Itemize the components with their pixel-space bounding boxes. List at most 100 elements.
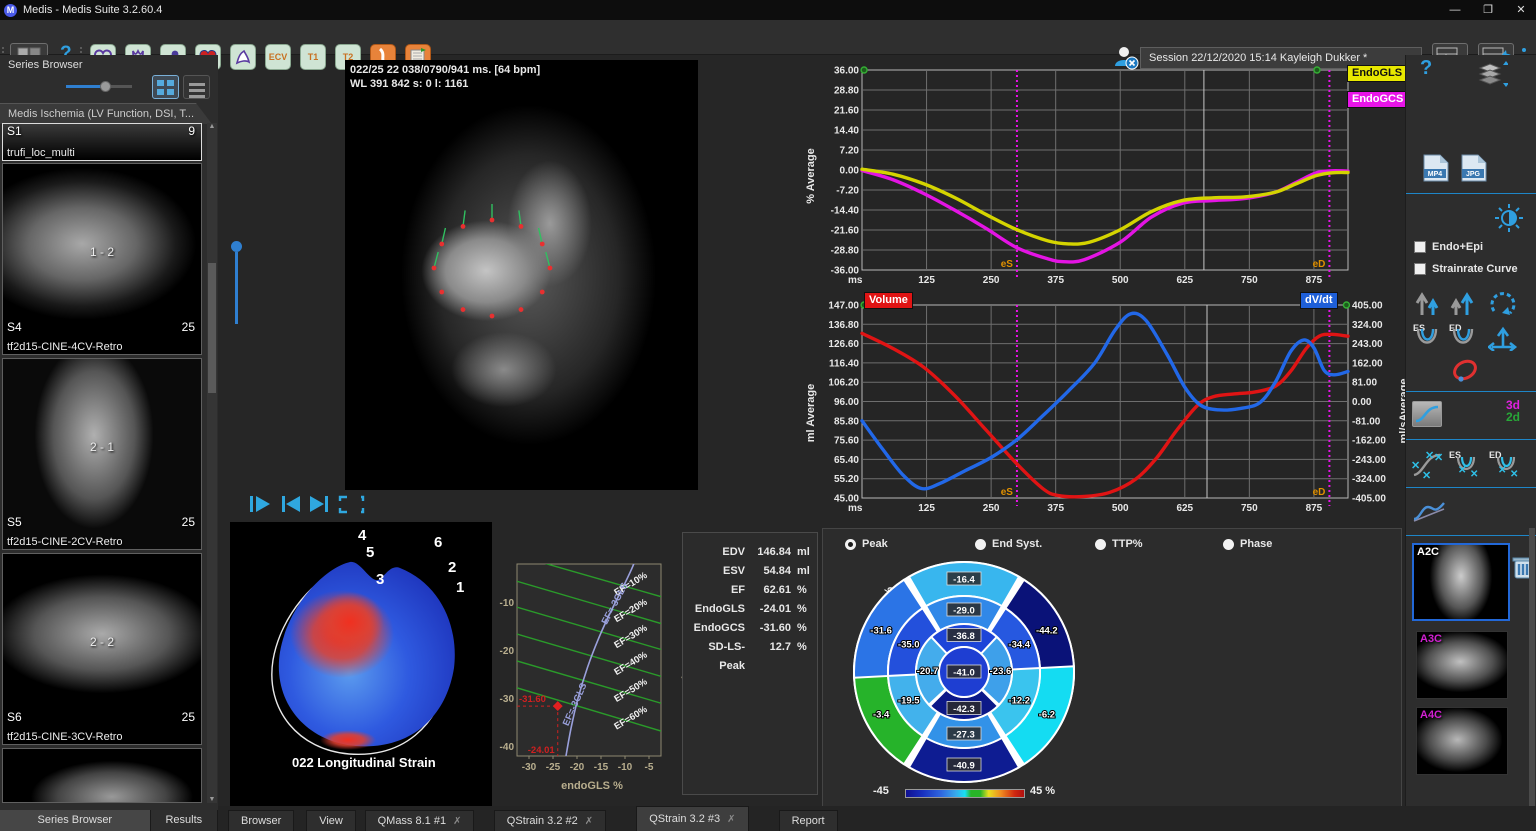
retry-contour-icon[interactable] <box>1486 287 1520 317</box>
keyframe-dot[interactable] <box>861 67 867 73</box>
next-frame-button[interactable] <box>310 496 328 512</box>
thumbnail-size-slider[interactable] <box>66 85 132 88</box>
grid-view-button[interactable] <box>152 75 179 99</box>
series-thumbnail-s6[interactable]: S6252 - 2tf2d15-CINE-3CV-Retro <box>2 553 202 745</box>
edit-ed-points-icon[interactable]: ED ✕✕ <box>1488 447 1524 481</box>
segment-value: -29.0 <box>953 606 975 617</box>
tab-pin-icon[interactable]: ✗ <box>585 816 593 827</box>
radio-label: TTP% <box>1112 538 1143 550</box>
ef-gcs-value: -31.60 <box>519 694 546 705</box>
strainrate-checkbox[interactable] <box>1414 263 1426 275</box>
strain-chart[interactable]: 36.0028.8021.6014.407.200.00-7.20-14.40-… <box>826 58 1404 294</box>
series-thumbnail-s1[interactable]: S19trufi_loc_multi <box>2 123 202 161</box>
strain-sheet-icon[interactable] <box>230 44 256 70</box>
series-thumbnail-partial[interactable] <box>2 748 202 803</box>
sigmoid-display-button[interactable] <box>1412 401 1442 427</box>
brightness-contrast-icon[interactable] <box>1494 203 1524 233</box>
app-tab-view[interactable]: View <box>306 810 356 831</box>
radio-icon[interactable] <box>845 539 856 550</box>
svg-text:ED: ED <box>1489 450 1502 460</box>
dvdt-legend-badge[interactable]: dV/dt <box>1300 292 1338 309</box>
export-jpg-icon[interactable]: JPG <box>1460 153 1488 183</box>
volume-legend-badge[interactable]: Volume <box>864 292 913 309</box>
export-both-contours-icon[interactable] <box>1414 287 1444 317</box>
edit-es-points-icon[interactable]: ES ✕✕ <box>1448 447 1484 481</box>
es-contour-icon[interactable]: ES <box>1412 321 1444 353</box>
edit-points-icon[interactable]: ✕✕✕✕ <box>1410 447 1446 481</box>
keyframe-dot[interactable] <box>1343 302 1349 308</box>
bullseye-diagram[interactable]: -16.4-44.2-6.2-40.9-3.4-31.6-29.0-34.4-1… <box>845 555 1085 787</box>
measurement-row: EndoGLS-24.01% <box>683 600 817 619</box>
mode-radio-ttp[interactable]: TTP% <box>1095 538 1143 550</box>
endogls-legend-badge[interactable]: EndoGLS <box>1347 65 1407 82</box>
close-button[interactable]: ✕ <box>1506 0 1536 20</box>
series-list-scrollbar[interactable]: ▲▼ <box>207 123 217 803</box>
cine-viewport[interactable]: 022/25 22 038/0790/941 ms. [64 bpm] WL 3… <box>345 60 698 490</box>
measurement-unit: ml <box>791 562 811 581</box>
panel-tab-series-browser[interactable]: Series Browser <box>0 810 151 831</box>
tab-pin-icon[interactable]: ✗ <box>453 816 461 827</box>
endo-epi-checkbox-row[interactable]: Endo+Epi <box>1414 241 1483 253</box>
pan-adjust-icon[interactable] <box>1488 323 1518 351</box>
ed-contour-icon[interactable]: ED <box>1448 321 1480 353</box>
endo-epi-checkbox[interactable] <box>1414 241 1426 253</box>
series-thumbnail-s4[interactable]: S4251 - 2tf2d15-CINE-4CV-Retro <box>2 163 202 355</box>
maximize-button[interactable]: ❐ <box>1473 0 1503 20</box>
app-tab-qstrain-3-2-2[interactable]: QStrain 3.2 #2✗ <box>494 810 606 831</box>
window-title: Medis - Medis Suite 3.2.60.4 <box>23 4 162 16</box>
mode-radio-endsyst[interactable]: End Syst. <box>975 538 1042 550</box>
view-thumbnail-a4c[interactable]: A4C <box>1416 707 1508 775</box>
export-endo-contour-icon[interactable] <box>1448 287 1478 317</box>
study-group-tab[interactable]: Medis Ischemia (LV Function, DSI, T... <box>0 103 212 124</box>
strain-3d-model-panel[interactable]: 123456 022 Longitudinal Strain <box>230 522 492 806</box>
x-axis-unit: ms <box>848 275 863 286</box>
endogcs-legend-badge[interactable]: EndoGCS <box>1347 91 1408 108</box>
series-name: tf2d15-CINE-3CV-Retro <box>7 731 123 743</box>
play-button[interactable] <box>250 496 270 512</box>
playback-controls[interactable] <box>248 493 368 517</box>
fullscreen-button[interactable] <box>340 497 363 512</box>
view-thumbnail-a2c[interactable]: A2C <box>1412 543 1510 621</box>
thumbnail-image <box>3 359 201 549</box>
3d-2d-toggle[interactable]: 3d 2d <box>1506 399 1520 423</box>
strainrate-checkbox-row[interactable]: Strainrate Curve <box>1414 263 1518 275</box>
thumbnail-scrollbar[interactable] <box>1529 528 1535 810</box>
segment-value: -41.0 <box>953 668 975 679</box>
viewport-zoom-slider[interactable] <box>231 241 242 327</box>
panel-tab-results[interactable]: Results <box>151 810 218 831</box>
measurement-label: EF <box>683 581 745 600</box>
curve-plot-icon[interactable] <box>1412 495 1448 527</box>
contour-ellipse-icon[interactable] <box>1448 355 1482 387</box>
ecv-icon[interactable]: ECV <box>265 44 291 70</box>
app-tab-report[interactable]: Report <box>779 810 838 831</box>
minimize-button[interactable]: — <box>1440 0 1470 20</box>
2d-label[interactable]: 2d <box>1506 411 1520 423</box>
measurement-label: ESV <box>683 562 745 581</box>
previous-frame-button[interactable] <box>282 496 300 512</box>
mode-radio-phase[interactable]: Phase <box>1223 538 1272 550</box>
keyframe-dot[interactable] <box>1314 67 1320 73</box>
svg-text:✕: ✕ <box>1498 465 1506 476</box>
main-toolbar: ? ECVT1T2 Session 22/12/2020 15:14 Kayle… <box>0 20 1536 55</box>
radio-icon[interactable] <box>975 539 986 550</box>
series-id: S5 <box>7 515 22 529</box>
radio-icon[interactable] <box>1223 539 1234 550</box>
svg-text:JPG: JPG <box>1466 171 1481 178</box>
tab-pin-icon[interactable]: ✗ <box>727 814 735 825</box>
volume-chart[interactable]: 147.00136.80126.60116.40106.2096.0085.80… <box>826 295 1410 525</box>
layers-icon[interactable] <box>1474 59 1508 89</box>
segment-value: -31.6 <box>870 625 892 636</box>
medis-logo-icon: M <box>4 4 17 17</box>
radio-icon[interactable] <box>1095 539 1106 550</box>
app-tab-browser[interactable]: Browser <box>228 810 294 831</box>
svg-text:✕: ✕ <box>1470 469 1478 480</box>
series-thumbnail-s5[interactable]: S5252 - 1tf2d15-CINE-2CV-Retro <box>2 358 202 550</box>
app-tab-qmass-8-1-1[interactable]: QMass 8.1 #1✗ <box>365 810 475 831</box>
app-tab-qstrain-3-2-3[interactable]: QStrain 3.2 #3✗ <box>636 806 748 831</box>
help-button-right[interactable]: ? <box>1420 57 1432 80</box>
mode-radio-peak[interactable]: Peak <box>845 538 888 550</box>
list-view-button[interactable] <box>183 75 210 99</box>
t1-icon[interactable]: T1 <box>300 44 326 70</box>
view-thumbnail-a3c[interactable]: A3C <box>1416 631 1508 699</box>
export-mp4-icon[interactable]: MP4 <box>1422 153 1450 183</box>
